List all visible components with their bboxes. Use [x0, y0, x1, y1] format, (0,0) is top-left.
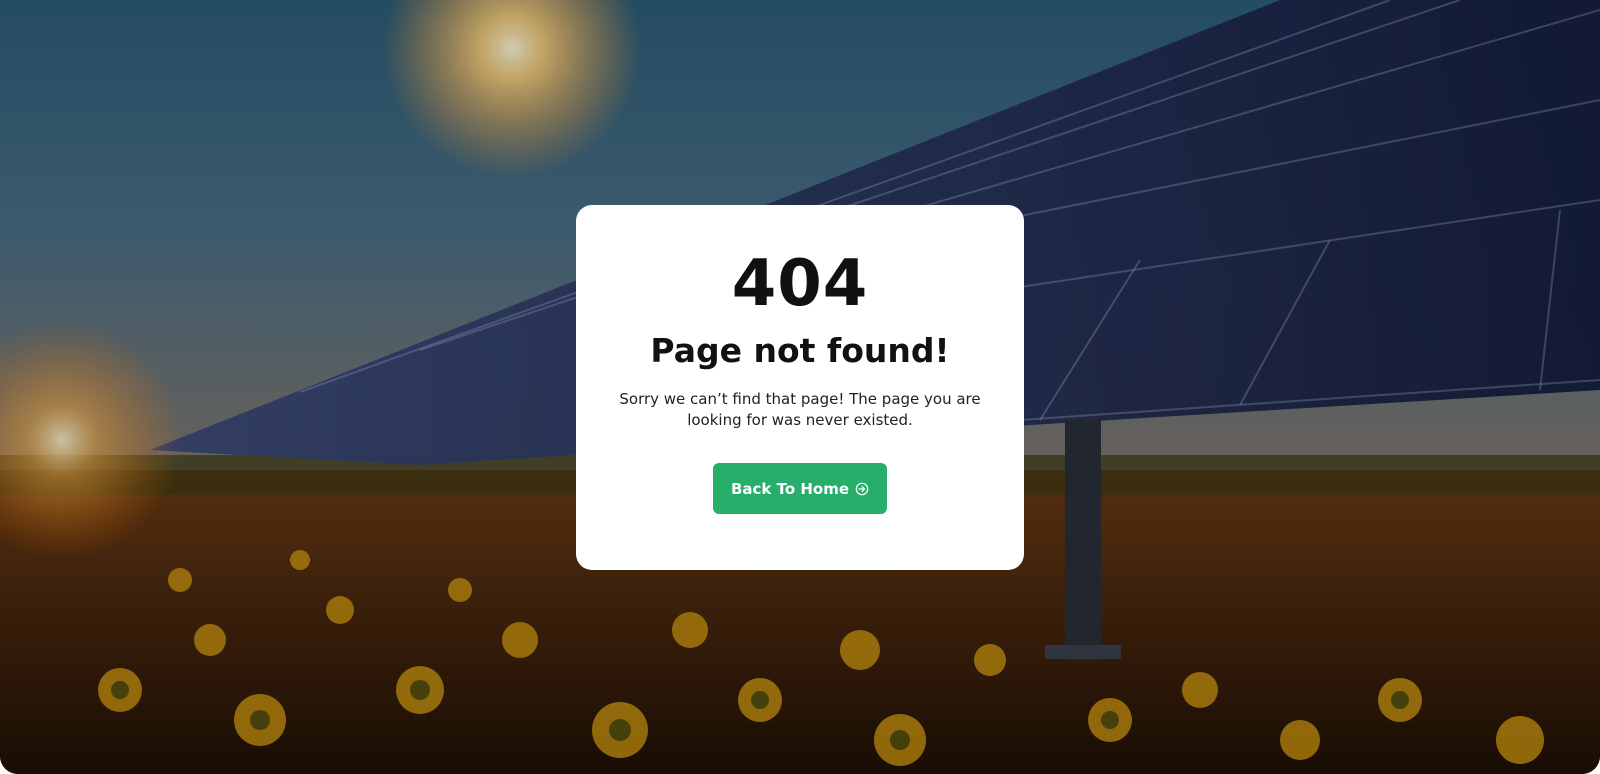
back-to-home-label: Back To Home	[730, 479, 850, 498]
error-title: Page not found!	[650, 331, 950, 370]
error-card: 404 Page not found! Sorry we can’t find …	[576, 205, 1024, 570]
error-message: Sorry we can’t find that page! The page …	[619, 390, 981, 429]
arrow-right-circle-icon	[855, 482, 869, 495]
back-to-home-button[interactable]: Back To Home	[713, 463, 887, 514]
page: 404 Page not found! Sorry we can’t find …	[0, 0, 1600, 774]
error-code: 404	[731, 247, 869, 321]
